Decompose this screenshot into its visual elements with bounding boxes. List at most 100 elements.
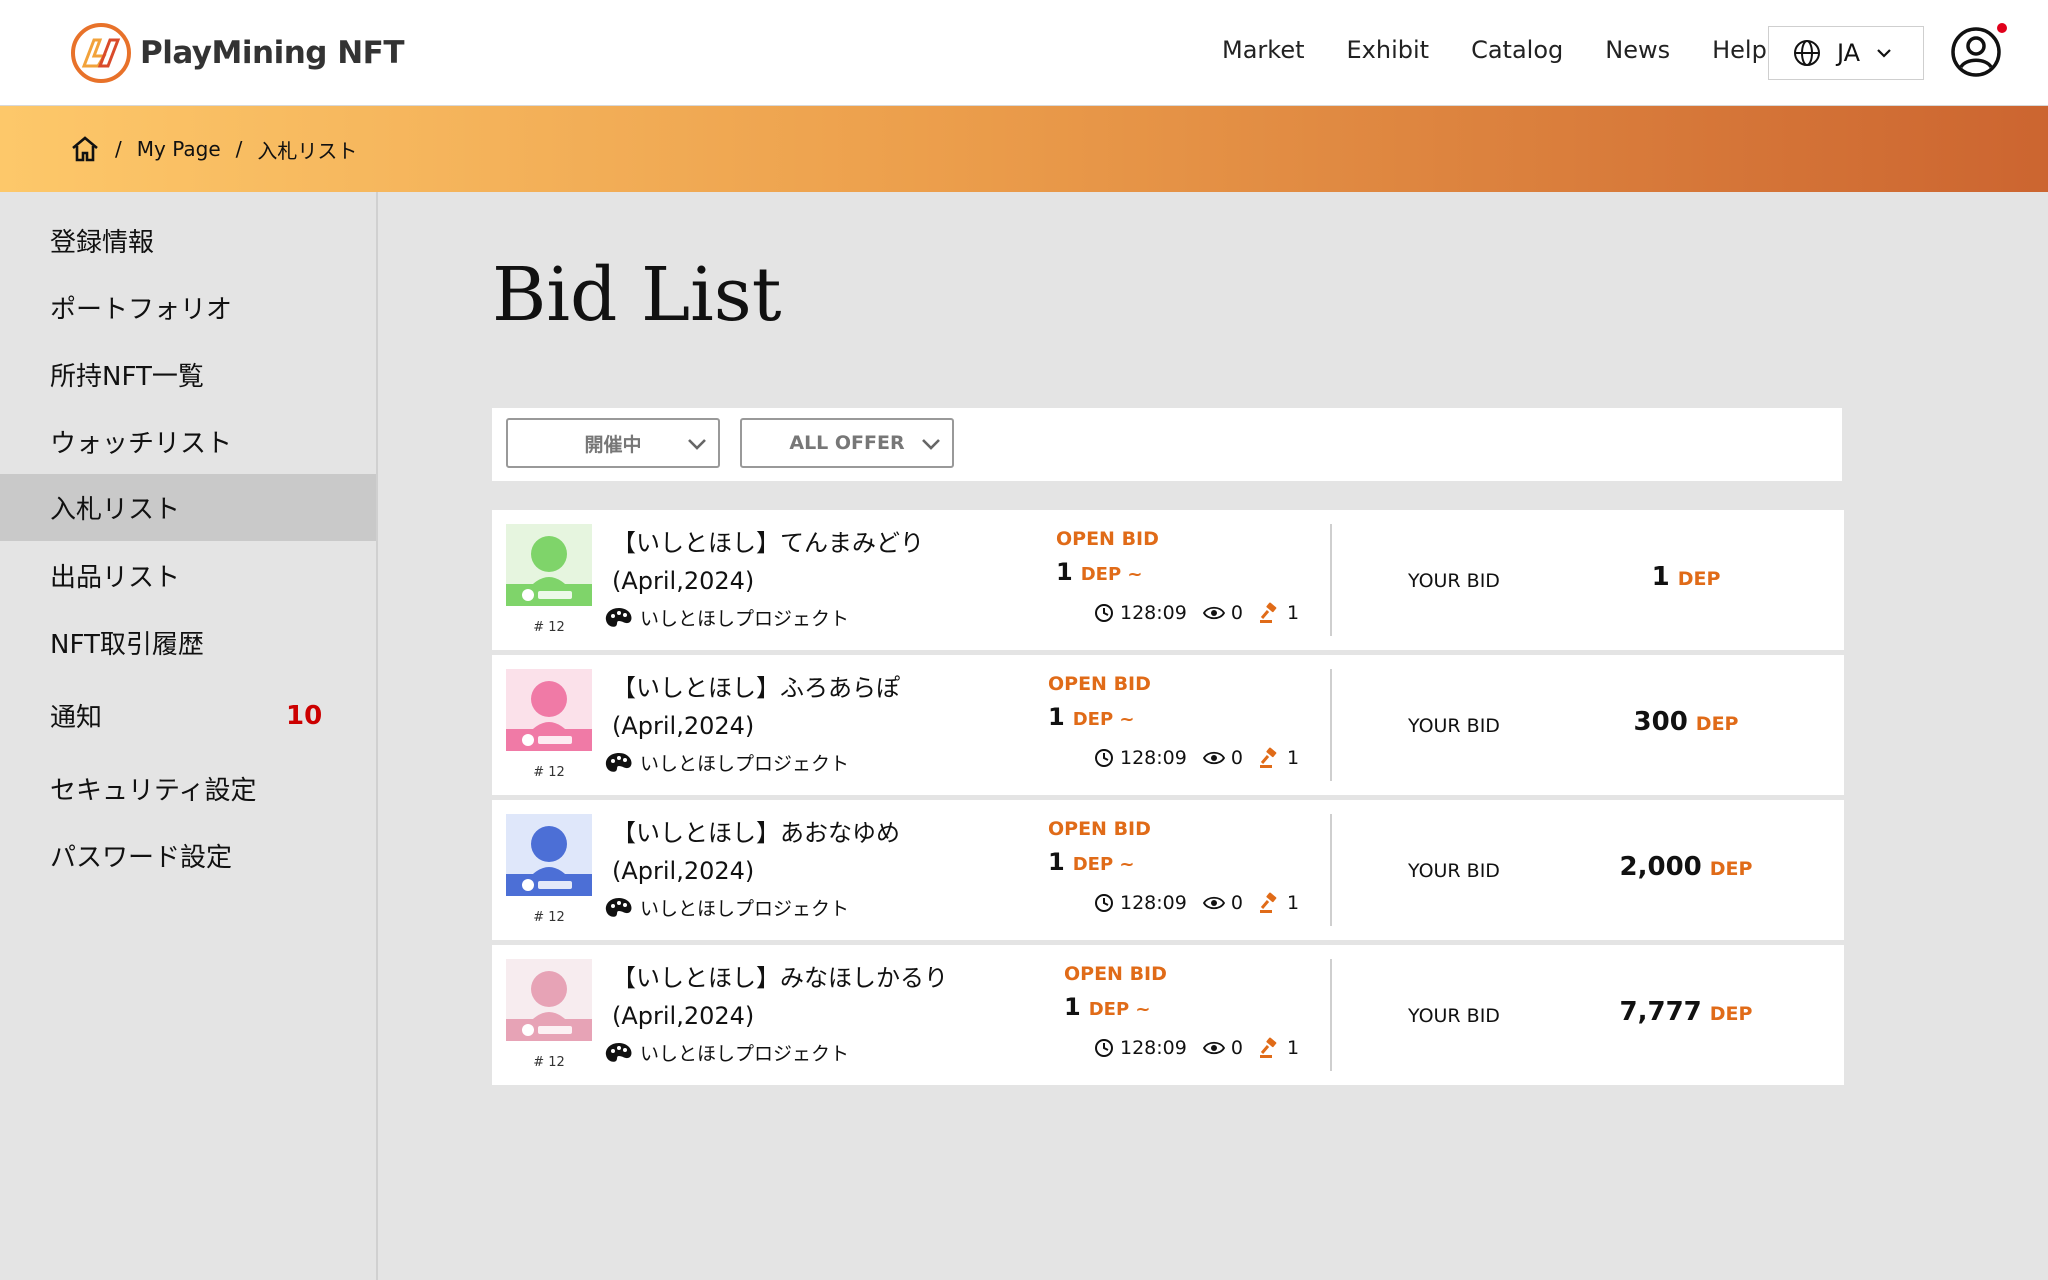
nft-number: # 12 [533,620,565,635]
top-header: PlayMining NFT Market Exhibit Catalog Ne… [0,0,2048,106]
clock-icon [1095,604,1113,622]
nft-thumbnail[interactable] [506,959,592,1041]
bid-count: 1 [1259,602,1299,624]
offer-filter-select[interactable]: ALL OFFER [740,418,954,468]
offer-filter-value: ALL OFFER [789,432,905,454]
bid-list-row[interactable]: # 12 【いしとほし】みなほしかるり (April,2024) いしとほしプロ… [492,945,1844,1085]
start-price: 1 DEP ~ [1048,848,1134,876]
user-account-icon[interactable] [1950,26,2002,78]
view-count: 0 [1202,1037,1243,1059]
chevron-down-icon [922,439,940,450]
bids-value: 1 [1286,892,1300,914]
thumb-emblem [522,1024,534,1036]
sidebar-item-registration[interactable]: 登録情報 [0,207,376,274]
time-remaining: 128:09 [1094,747,1187,769]
creator-name[interactable]: いしとほしプロジェクト [604,749,849,776]
nft-number: # 12 [533,765,565,780]
sidebar-item-portfolio[interactable]: ポートフォリオ [0,274,376,341]
creator-name[interactable]: いしとほしプロジェクト [604,894,849,921]
thumb-banner-label [538,1026,572,1034]
status-filter-value: 開催中 [584,433,642,456]
playmining-logo-icon [71,23,131,83]
your-bid-label: YOUR BID [1408,860,1500,882]
start-price-unit: DEP ~ [1088,999,1151,1020]
bid-count: 1 [1259,892,1299,914]
eye-icon [1202,606,1225,620]
auction-stats: 128:09 0 1 [1094,1037,1315,1059]
eye-icon [1202,751,1225,765]
thumb-emblem [522,589,534,601]
start-price-unit: DEP ~ [1072,854,1135,875]
views-value: 0 [1230,602,1243,624]
breadcrumb-separator: / [235,137,243,161]
sidebar-item-listing[interactable]: 出品リスト [0,542,376,609]
auction-status: OPEN BID [1048,818,1151,840]
language-select[interactable]: JA [1768,26,1924,80]
thumb-figure-head [531,681,567,717]
nft-title-line2: (April,2024) [612,857,755,885]
your-bid-value: 1 [1651,562,1670,592]
nav-market[interactable]: Market [1222,36,1305,64]
sidebar-item-owned-nft[interactable]: 所持NFT一覧 [0,341,376,408]
notification-dot [1995,21,2009,35]
palette-icon [605,1042,632,1062]
sidebar-item-password[interactable]: パスワード設定 [0,822,376,889]
brand-logo[interactable]: PlayMining NFT [70,22,405,84]
nft-title-line1: 【いしとほし】あおなゆめ [612,819,900,847]
eye-icon [1202,896,1225,910]
nav-help[interactable]: Help [1712,36,1767,64]
creator-label: いしとほしプロジェクト [640,898,850,920]
nft-title[interactable]: 【いしとほし】てんまみどり (April,2024) [612,524,992,600]
view-count: 0 [1202,892,1243,914]
your-bid-label: YOUR BID [1408,1005,1500,1027]
nft-number: # 12 [533,910,565,925]
nft-title[interactable]: 【いしとほし】ふろあらぽ (April,2024) [612,669,992,745]
bid-list-row[interactable]: # 12 【いしとほし】あおなゆめ (April,2024) いしとほしプロジェ… [492,800,1844,940]
start-price: 1 DEP ~ [1056,558,1142,586]
nft-title-line2: (April,2024) [612,712,755,740]
breadcrumb: / My Page / 入札リスト [0,106,2048,192]
your-bid-amount: 7,777 DEP [1566,997,1806,1027]
bid-list-row[interactable]: # 12 【いしとほし】てんまみどり (April,2024) いしとほしプロジ… [492,510,1844,650]
bid-list-row[interactable]: # 12 【いしとほし】ふろあらぽ (April,2024) いしとほしプロジェ… [492,655,1844,795]
home-icon[interactable] [70,135,100,163]
clock-icon [1095,1039,1113,1057]
sidebar-item-security[interactable]: セキュリティ設定 [0,755,376,822]
thumb-figure-head [531,826,567,862]
time-remaining: 128:09 [1094,602,1187,624]
sidebar-item-notifications[interactable]: 通知 10 [0,682,376,749]
views-value: 0 [1230,892,1243,914]
divider [1330,669,1332,781]
your-bid-amount: 1 DEP [1566,562,1806,592]
creator-label: いしとほしプロジェクト [640,1043,850,1065]
nav-news[interactable]: News [1605,36,1670,64]
nft-thumbnail[interactable] [506,814,592,896]
breadcrumb-separator: / [115,137,122,161]
your-bid-unit: DEP [1695,713,1739,735]
nft-title-line2: (April,2024) [612,1002,755,1030]
sidebar-item-watchlist[interactable]: ウォッチリスト [0,408,376,475]
divider [1330,524,1332,636]
sidebar-item-trade-history[interactable]: NFT取引履歴 [0,609,376,676]
start-price: 1 DEP ~ [1064,993,1150,1021]
bid-count: 1 [1259,1037,1299,1059]
nft-thumbnail[interactable] [506,669,592,751]
nft-thumbnail[interactable] [506,524,592,606]
status-filter-select[interactable]: 開催中 [506,418,720,468]
sidebar-item-bid-list[interactable]: 入札リスト [0,474,376,541]
your-bid-value: 2,000 [1619,852,1702,882]
auction-status: OPEN BID [1064,963,1167,985]
view-count: 0 [1202,602,1243,624]
creator-name[interactable]: いしとほしプロジェクト [604,1039,849,1066]
clock-icon [1095,749,1113,767]
gavel-icon [1259,747,1277,768]
creator-name[interactable]: いしとほしプロジェクト [604,604,849,631]
breadcrumb-mypage[interactable]: My Page [137,137,221,161]
nft-title[interactable]: 【いしとほし】みなほしかるり (April,2024) [612,959,992,1035]
start-price-unit: DEP ~ [1080,564,1143,585]
view-count: 0 [1202,747,1243,769]
nav-exhibit[interactable]: Exhibit [1347,36,1430,64]
nft-title[interactable]: 【いしとほし】あおなゆめ (April,2024) [612,814,992,890]
nav-catalog[interactable]: Catalog [1471,36,1563,64]
start-price-unit: DEP ~ [1072,709,1135,730]
